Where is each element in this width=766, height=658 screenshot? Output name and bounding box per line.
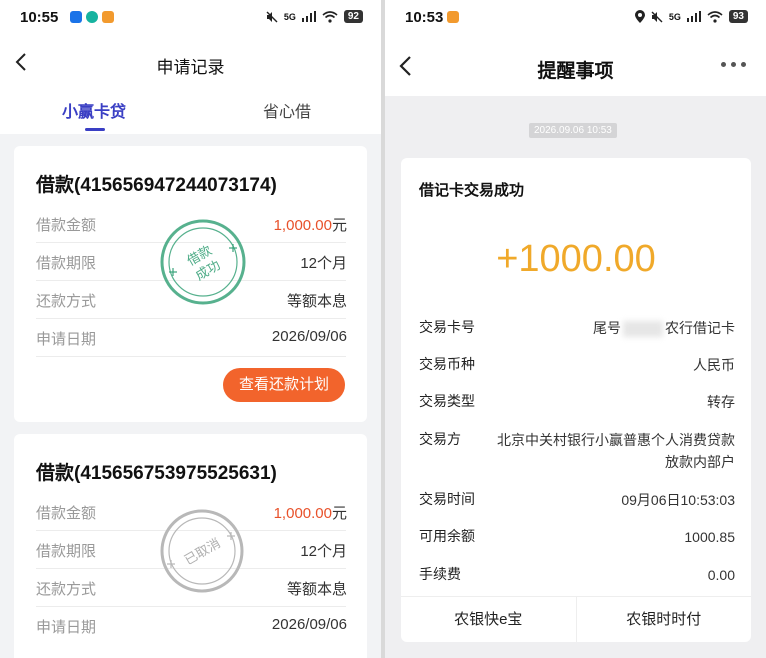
shishifu-button[interactable]: 农银时时付	[575, 597, 752, 642]
detail-label: 可用余额	[419, 528, 475, 544]
right-phone-screen: 10:53 5G 93 提醒事项 2026.09.06 10:53 借记卡交易成…	[385, 0, 766, 658]
amount-unit: 元	[331, 505, 347, 522]
page-title: 提醒事项	[537, 61, 614, 82]
apply-date-row: 申请日期 2026/09/06	[36, 319, 347, 357]
wifi-icon	[322, 10, 338, 23]
row-label: 借款金额	[36, 505, 97, 522]
loan-record-card[interactable]: 借款(415656753975525631) 借款金额 1,000.00元 借款…	[14, 434, 367, 658]
detail-label: 交易卡号	[419, 319, 475, 335]
signal-label: 5G	[283, 11, 296, 22]
detail-label: 交易类型	[419, 393, 475, 409]
tab-shengxin-jie[interactable]: 省心借	[263, 98, 311, 122]
status-bar: 10:53 5G 93	[385, 0, 766, 36]
row-value: 1,000.00元	[274, 502, 347, 523]
row-label: 借款金额	[36, 217, 97, 234]
row-value: 12个月	[300, 543, 347, 560]
notification-icons	[70, 11, 114, 23]
battery-indicator: 92	[343, 10, 363, 23]
nav-bar: 提醒事项	[385, 36, 766, 96]
app-notification-icon	[86, 11, 98, 23]
row-value: 等额本息	[286, 293, 347, 310]
nav-bar: 申请记录	[0, 36, 381, 92]
tab-xiaoying-kadai[interactable]: 小赢卡贷	[62, 98, 126, 122]
tab-bar: 小赢卡贷 省心借	[0, 92, 381, 134]
row-label: 还款方式	[36, 293, 97, 310]
kuaiebao-button[interactable]: 农银快e宝	[401, 597, 576, 642]
counterparty-name: 北京中关村银行小赢普惠个人消费贷款	[497, 432, 735, 448]
mute-icon	[266, 11, 278, 22]
loan-record-card[interactable]: 借款(415656947244073174) 借款金额 1,000.00元 借款…	[14, 146, 367, 422]
card-tail-label: 尾号	[593, 320, 621, 336]
view-repayment-plan-button[interactable]: 查看还款计划	[222, 368, 345, 402]
app-notification-icon	[447, 11, 459, 23]
status-time: 10:55	[20, 9, 59, 26]
detail-label: 交易方	[419, 431, 461, 447]
location-icon	[634, 10, 645, 23]
system-status-icons: 5G 93	[634, 10, 748, 23]
status-time: 10:53	[405, 9, 444, 26]
more-options-icon[interactable]	[721, 62, 746, 67]
transaction-amount: +1000.00	[496, 238, 656, 280]
signal-icon	[686, 11, 701, 22]
notice-actions: 农银快e宝 农银时时付	[401, 596, 751, 642]
app-notification-icon	[102, 11, 114, 23]
transaction-notice-card: 借记卡交易成功 +1000.00 交易卡号 尾号 农行借记卡 交易币种 人民币 交…	[401, 158, 751, 642]
detail-value: 尾号 农行借记卡	[593, 317, 735, 339]
row-label: 申请日期	[36, 331, 97, 348]
row-value: 等额本息	[286, 581, 347, 598]
detail-label: 交易时间	[419, 491, 475, 507]
notice-title: 借记卡交易成功	[419, 182, 525, 199]
active-tab-indicator	[85, 128, 105, 131]
row-value: 1,000.00元	[274, 214, 347, 235]
detail-value: 0.00	[707, 567, 735, 583]
detail-value: 北京中关村银行小赢普惠个人消费贷款 放款内部户	[497, 429, 735, 473]
notification-icons	[447, 11, 459, 23]
detail-value: 09月06日10:53:03	[621, 492, 735, 508]
detail-value: 转存	[707, 394, 735, 410]
amount-unit: 元	[331, 217, 347, 234]
loan-title: 借款(415656947244073174)	[36, 175, 277, 196]
loan-amount-value: 1,000.00	[273, 505, 332, 522]
apply-date-row: 申请日期 2026/09/06	[36, 607, 347, 645]
detail-value: 人民币	[693, 357, 735, 373]
success-stamp: 借款 成功	[160, 219, 246, 305]
loan-amount-value: 1,000.00	[273, 217, 332, 234]
counterparty-account: 放款内部户	[665, 454, 735, 470]
system-status-icons: 5G 92	[266, 10, 363, 23]
page-title: 申请记录	[156, 58, 225, 77]
stamp-text: 已取消	[182, 536, 223, 568]
status-bar: 10:55 5G 92	[0, 0, 381, 36]
row-label: 还款方式	[36, 581, 97, 598]
battery-indicator: 93	[728, 10, 748, 23]
cancelled-stamp: 已取消	[160, 509, 244, 593]
row-value: 2026/09/06	[271, 616, 347, 633]
app-notification-icon	[70, 11, 82, 23]
wifi-icon	[707, 10, 723, 23]
row-label: 借款期限	[36, 543, 97, 560]
masked-card-number	[623, 321, 663, 338]
signal-icon	[301, 11, 316, 22]
row-value: 12个月	[300, 255, 347, 272]
card-type: 农行借记卡	[665, 320, 735, 336]
signal-label: 5G	[668, 11, 681, 22]
message-timestamp: 2026.09.06 10:53	[529, 123, 617, 138]
detail-label: 手续费	[419, 566, 461, 582]
detail-value: 1000.85	[684, 529, 735, 545]
row-label: 申请日期	[36, 619, 97, 636]
row-label: 借款期限	[36, 255, 97, 272]
row-value: 2026/09/06	[271, 328, 347, 345]
loan-title: 借款(415656753975525631)	[36, 463, 277, 484]
left-phone-screen: 10:55 5G 92 申请记录 小赢卡贷 省心借 借款(41565694724…	[0, 0, 381, 658]
detail-label: 交易币种	[419, 356, 475, 372]
mute-icon	[651, 11, 663, 22]
